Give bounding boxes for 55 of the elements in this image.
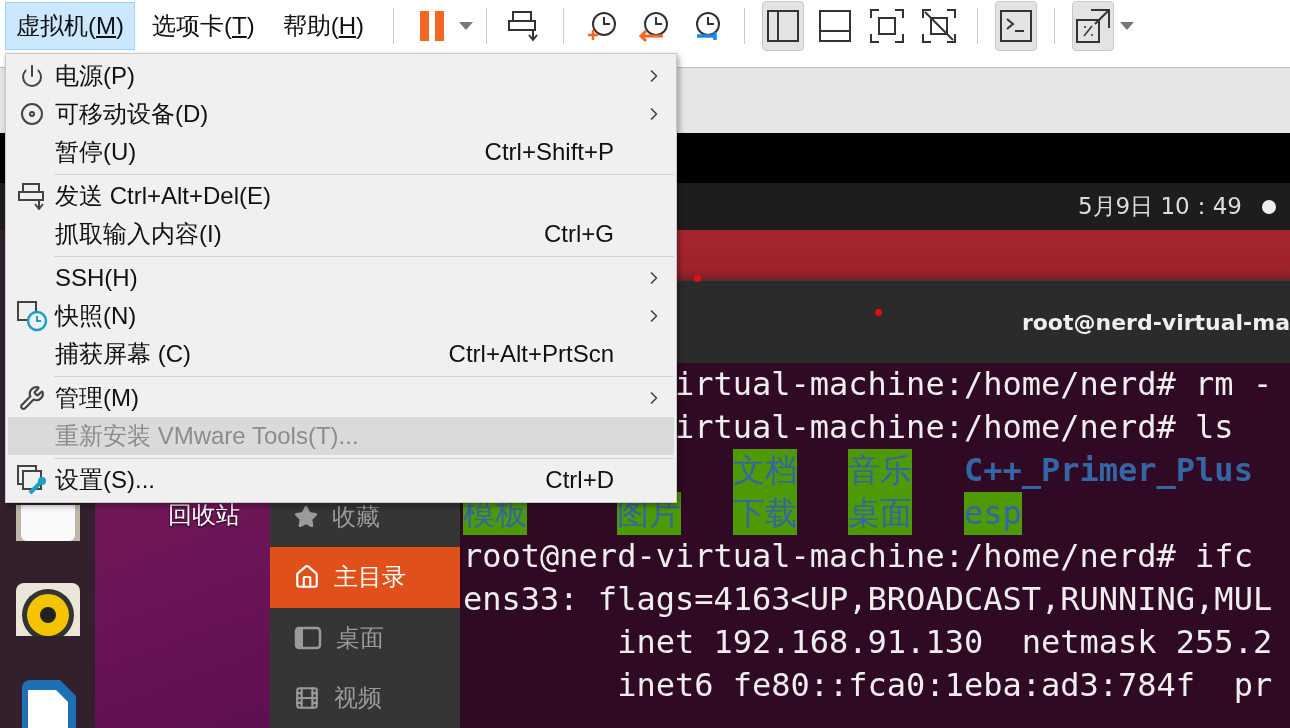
terminal-line: root@nerd-virtual-machine:/home/nerd# ifc <box>463 536 1253 577</box>
directory-name: 桌面 <box>848 492 913 535</box>
directory-name: C++_Primer_Plus <box>963 450 1253 491</box>
menu-item[interactable]: 管理(M) <box>8 379 674 417</box>
terminal-title: root@nerd-virtual-ma <box>1021 309 1290 335</box>
terminal-line: inet 192.168.91.130 netmask 255.2 <box>616 622 1273 663</box>
terminal-line: ens33: flags=4163<UP,BROADCAST,RUNNING,MUL <box>463 579 1273 620</box>
terminal-icon <box>999 9 1033 43</box>
clock: 5月9日 10：49 <box>1077 192 1242 221</box>
menu-item[interactable]: SSH(H) <box>8 259 674 297</box>
bottom-panel-icon <box>818 9 852 43</box>
wrench-icon <box>18 385 45 411</box>
pause-icon <box>418 9 446 43</box>
sidebar-item[interactable]: 桌面 <box>270 607 460 668</box>
directory-name: esp <box>963 492 1022 535</box>
sidebar-item[interactable]: 主目录 <box>270 547 460 608</box>
menu-item[interactable]: 快照(N) <box>8 297 674 335</box>
fullscreen-icon <box>869 8 905 44</box>
home-icon <box>294 564 320 591</box>
menu-title[interactable]: 帮助(H) <box>271 2 375 50</box>
status-dot-icon <box>1262 199 1276 214</box>
menu-item[interactable]: 捕获屏幕 (C) Ctrl+Alt+PrtScn <box>8 335 674 373</box>
disc-icon <box>19 102 44 126</box>
toolbar-button[interactable] <box>995 1 1037 51</box>
terminal-line: irtual-machine:/home/nerd# rm - <box>674 364 1273 405</box>
marker-dot <box>875 309 882 316</box>
crossed-window-icon <box>921 8 957 44</box>
marker-dot <box>694 275 701 282</box>
desktop-icon-label: 回收站 <box>168 500 240 529</box>
keyboard-arrow-icon <box>16 182 47 210</box>
menu-title[interactable]: 虚拟机(M) <box>5 2 135 50</box>
directory-name: 文档 <box>732 449 797 492</box>
directory-name: 音乐 <box>848 449 913 492</box>
split-view-icon <box>766 9 800 43</box>
window-clock-icon <box>15 300 48 332</box>
toolbar-button[interactable] <box>762 1 804 51</box>
toolbar-button[interactable] <box>1072 1 1114 51</box>
menu-item[interactable]: 发送 Ctrl+Alt+Del(E) <box>8 177 674 215</box>
directory-name: 下载 <box>732 492 797 535</box>
sidebar-item[interactable]: 视频 <box>270 667 460 728</box>
star-icon <box>294 505 318 530</box>
clock-icon <box>585 9 619 43</box>
app-tile-icon <box>14 505 81 542</box>
clock-icon <box>637 9 671 43</box>
stretch-icon <box>1075 8 1111 44</box>
power-icon <box>19 64 44 88</box>
terminal-line: irtual-machine:/home/nerd# ls <box>674 407 1234 448</box>
window-wrench-icon <box>15 464 48 496</box>
menu-item[interactable]: 电源(P) <box>8 57 674 95</box>
menu-item[interactable]: 抓取输入内容(I) Ctrl+G <box>8 215 674 253</box>
speaker-icon <box>15 583 80 637</box>
terminal-line: inet6 fe80::fca0:1eba:ad3:784f pr <box>616 665 1273 706</box>
window-icon <box>294 625 322 650</box>
menu-title[interactable]: 选项卡(T) <box>141 2 266 50</box>
film-icon <box>294 684 320 711</box>
